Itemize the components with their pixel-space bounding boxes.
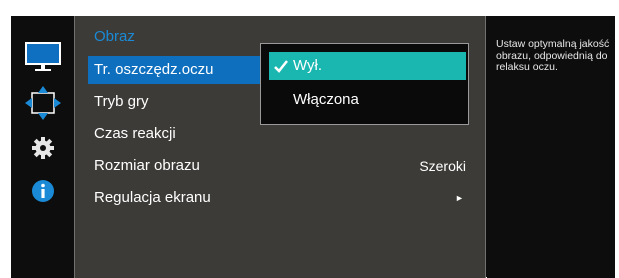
help-panel: Ustaw optymalną jakość obrazu, odpowiedn…: [487, 16, 615, 278]
option-on-label: Włączona: [293, 91, 359, 108]
menu-item-game-mode[interactable]: Tryb gry: [88, 88, 268, 116]
sidebar-item-info[interactable]: [11, 179, 74, 203]
help-text: Ustaw optymalną jakość obrazu, odpowiedn…: [496, 38, 610, 73]
check-icon: [274, 60, 288, 73]
sidebar-item-position[interactable]: [11, 86, 74, 120]
submenu-arrow-icon: ►: [455, 193, 464, 203]
sidebar-item-picture[interactable]: [11, 41, 74, 73]
menu-item-response-time[interactable]: Czas reakcji: [88, 120, 268, 148]
move-arrows-icon: [24, 86, 61, 120]
monitor-icon: [24, 42, 61, 71]
menu-item-picture-size[interactable]: Rozmiar obrazu: [88, 152, 268, 180]
menu-item-screen-adjustment[interactable]: Regulacja ekranu: [88, 184, 268, 212]
sidebar-item-settings[interactable]: [11, 137, 74, 159]
info-icon: [31, 180, 54, 202]
option-on[interactable]: Włączona: [269, 86, 466, 114]
category-sidebar: [11, 16, 74, 278]
eye-saver-options: Wył. Włączona: [260, 43, 469, 125]
picture-size-value: Szeroki: [419, 158, 466, 174]
menu-item-eye-saver[interactable]: Tr. oszczędz.oczu: [88, 56, 261, 84]
option-off[interactable]: Wył.: [269, 52, 466, 80]
gear-icon: [31, 137, 54, 159]
menu-title: Obraz: [94, 28, 135, 45]
option-off-label: Wył.: [293, 57, 323, 74]
